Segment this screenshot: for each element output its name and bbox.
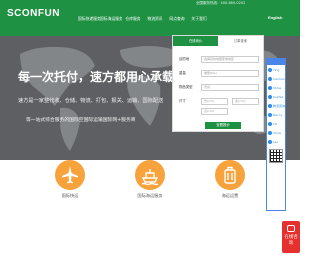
destination-select[interactable]: 选择目的地国家或地区	[201, 56, 259, 63]
weight-label: 重量	[179, 71, 186, 75]
weight-input[interactable]: 重量(KG)	[201, 70, 259, 77]
qq-icon	[268, 139, 272, 144]
qq-icon	[268, 67, 272, 72]
width-input[interactable]: 宽(cm)	[232, 98, 259, 105]
hero-title: 每一次托付，速方都用心承载	[18, 70, 175, 84]
tab-online-quote[interactable]: 在线询价	[173, 36, 218, 46]
view-quote-button[interactable]: 查看报价	[205, 122, 241, 129]
nav-about[interactable]: 关于我们	[188, 15, 210, 23]
site-logo[interactable]: SCONFUN	[7, 8, 60, 19]
airplane-icon	[62, 166, 78, 184]
main-nav: 国际快递服务 国际海运服务 仓库服务 物流资讯 网点查询 关于我们	[78, 15, 210, 23]
hotline-text: 全国服务热线：400-660-0202	[196, 1, 246, 5]
service-label: 国际快运	[61, 193, 79, 198]
form-tabs: 在线询价 订单查询	[173, 36, 263, 46]
height-row: 高(cm)	[179, 108, 259, 115]
site-header: SCONFUN 全国服务热线：400-660-0202 国际快递服务 国际海运服…	[0, 0, 300, 36]
nav-warehouse[interactable]: 仓库服务	[122, 15, 144, 23]
length-input[interactable]: 长(cm)	[201, 98, 228, 105]
service-sea-cost[interactable]: 海运运费	[200, 160, 260, 199]
service-label: 海运运费	[221, 193, 239, 198]
service-agent[interactable]: Ying	[267, 65, 285, 74]
service-agent[interactable]: Show	[267, 128, 285, 137]
online-chat-button[interactable]: 在线咨询	[282, 221, 300, 253]
size-label: 尺寸	[179, 99, 186, 103]
service-agent[interactable]: Shine	[267, 83, 285, 92]
qq-icon	[268, 130, 272, 135]
quote-form: 在线询价 订单查询 目的地 选择目的地国家或地区 重量 重量(KG) 物品类型 …	[172, 35, 264, 132]
qq-icon	[268, 103, 272, 108]
service-circle	[135, 160, 165, 190]
service-sea-freight[interactable]: 国际海运服务	[120, 160, 180, 199]
nav-outlets[interactable]: 网点查询	[166, 15, 188, 23]
service-agent[interactable]: Sophia	[267, 92, 285, 101]
chat-bubble-icon	[287, 225, 295, 232]
nav-sea-freight[interactable]: 国际海运服务	[100, 15, 122, 23]
size-row: 尺寸 长(cm) 宽(cm)	[179, 98, 259, 105]
nav-news[interactable]: 物流资讯	[144, 15, 166, 23]
chat-label: 在线咨询	[284, 235, 298, 246]
service-agent[interactable]: 物流咨询	[267, 101, 285, 110]
qq-icon	[268, 112, 272, 117]
qq-icon	[268, 76, 272, 81]
weight-row: 重量 重量(KG)	[179, 70, 259, 77]
nav-express[interactable]: 国际快递服务	[78, 15, 100, 23]
service-circle	[55, 160, 85, 190]
qq-icon	[268, 121, 272, 126]
service-agent[interactable]: Nancy	[267, 110, 285, 119]
goods-type-select[interactable]: 普货	[201, 84, 259, 91]
hero-subtitle: 速方是一家整代收、仓储、物流、打包、报关、运输、国际配送	[18, 98, 164, 104]
qr-code-icon	[269, 149, 283, 163]
hero-subtitle-2: 等一站式综合服务的国际空国际运输国际网+服务商	[26, 118, 136, 123]
tab-order-tracking[interactable]: 订单查询	[218, 36, 263, 46]
language-switch[interactable]: English	[268, 15, 282, 20]
service-agent[interactable]: Leo	[267, 137, 285, 146]
service-express[interactable]: 国际快运	[40, 160, 100, 199]
service-agent[interactable]: Carmen	[267, 74, 285, 83]
goods-type-label: 物品类型	[179, 85, 193, 89]
luggage-icon	[224, 166, 236, 184]
ship-icon	[141, 169, 159, 186]
goods-type-row: 物品类型 普货	[179, 84, 259, 91]
height-input[interactable]: 高(cm)	[201, 108, 228, 115]
service-label: 国际海运服务	[137, 193, 163, 198]
destination-label: 目的地	[179, 57, 190, 61]
online-service-panel: Ying Carmen Shine Sophia 物流咨询 Nancy Lili…	[266, 58, 286, 211]
service-circle	[215, 160, 245, 190]
service-agent[interactable]: Lili	[267, 119, 285, 128]
qq-icon	[268, 94, 272, 99]
qq-icon	[268, 85, 272, 90]
destination-row: 目的地 选择目的地国家或地区	[179, 56, 259, 63]
